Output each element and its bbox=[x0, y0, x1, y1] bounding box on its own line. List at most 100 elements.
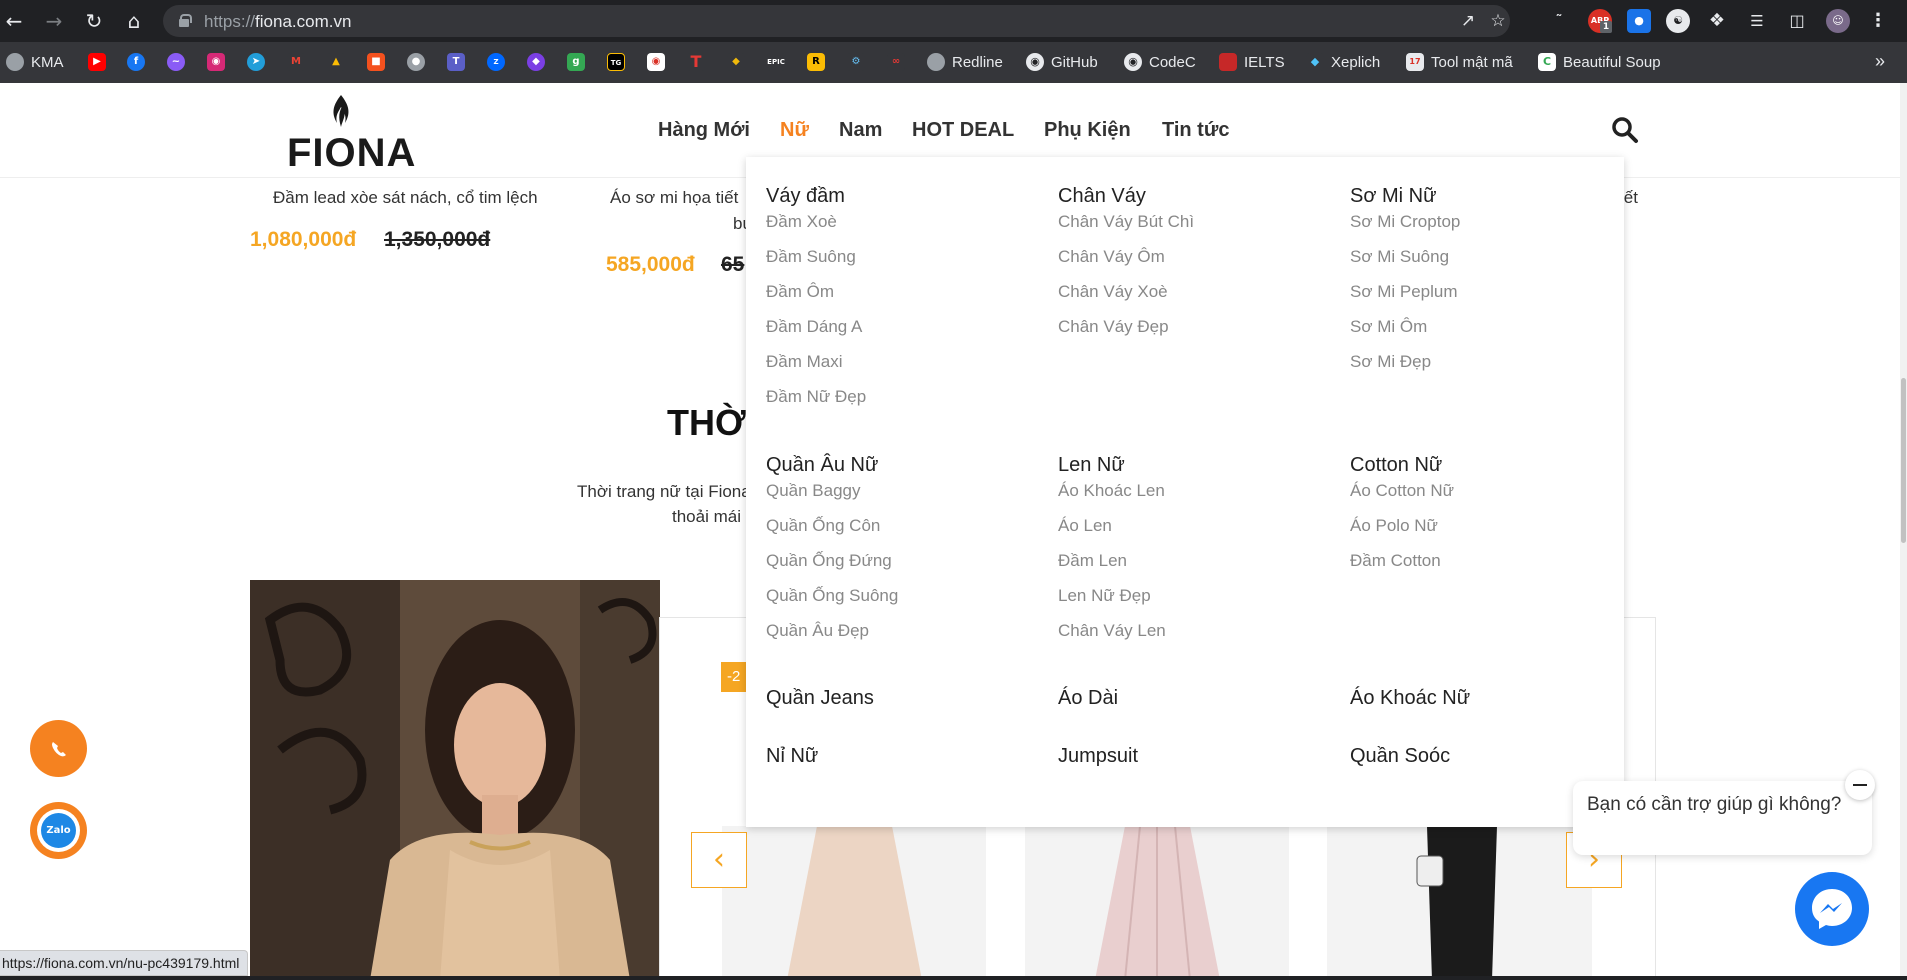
chat-prompt-bubble[interactable]: Bạn có cần trợ giúp gì không? bbox=[1573, 781, 1872, 855]
menu-single-item[interactable]: Quần Soóc bbox=[1350, 745, 1450, 768]
youtube-icon[interactable]: ▶ bbox=[88, 53, 106, 71]
app-icon[interactable]: T bbox=[687, 53, 705, 71]
menu-item[interactable]: Đầm Dáng A bbox=[766, 317, 862, 337]
media-queue-icon[interactable]: ☰ bbox=[1745, 9, 1769, 33]
menu-group-title[interactable]: Chân Váy bbox=[1058, 185, 1146, 208]
fiona-logo[interactable]: FIONA bbox=[287, 93, 415, 175]
scrollbar-thumb[interactable] bbox=[1901, 378, 1906, 543]
menu-item[interactable]: Chân Váy Xoè bbox=[1058, 282, 1168, 302]
product-image[interactable] bbox=[1327, 826, 1592, 980]
app-icon[interactable]: ● bbox=[407, 53, 425, 71]
menu-group-title[interactable]: Váy đầm bbox=[766, 185, 845, 208]
nav-tin-tuc[interactable]: Tin tức bbox=[1162, 119, 1229, 143]
bookmark-star-icon[interactable]: ☆ bbox=[1487, 10, 1509, 32]
menu-item[interactable]: Sơ Mi Peplum bbox=[1350, 282, 1458, 302]
menu-item[interactable]: Chân Váy Bút Chì bbox=[1058, 212, 1194, 232]
product-name[interactable]: Áo sơ mi họa tiết bbox=[610, 188, 738, 208]
product-image[interactable] bbox=[722, 826, 986, 980]
menu-item[interactable]: Đầm Len bbox=[1058, 551, 1127, 571]
menu-group-title[interactable]: Quần Âu Nữ bbox=[766, 454, 878, 477]
address-bar[interactable]: https://fiona.com.vn ↗ ☆ bbox=[163, 5, 1510, 37]
app-icon[interactable]: TG bbox=[607, 53, 625, 71]
puzzle-icon[interactable]: ❖ bbox=[1705, 9, 1729, 33]
app-icon[interactable]: ∞ bbox=[887, 53, 905, 71]
bookmark-github[interactable]: ◉ GitHub bbox=[1026, 51, 1098, 73]
url-text[interactable]: https://fiona.com.vn bbox=[204, 12, 351, 32]
messenger-chat-button[interactable] bbox=[1795, 872, 1869, 946]
menu-kebab-icon[interactable]: ⋮ bbox=[1866, 9, 1890, 33]
side-panel-icon[interactable]: ◫ bbox=[1785, 9, 1809, 33]
nav-hot-deal[interactable]: HOT DEAL bbox=[912, 119, 1014, 143]
menu-item[interactable]: Quần Âu Đẹp bbox=[766, 621, 869, 641]
share-icon[interactable]: ↗ bbox=[1457, 10, 1479, 32]
menu-item[interactable]: Đầm Ôm bbox=[766, 282, 834, 302]
menu-item[interactable]: Quần Baggy bbox=[766, 481, 861, 501]
steam-icon[interactable]: ⚙ bbox=[847, 53, 865, 71]
menu-single-item[interactable]: Nỉ Nữ bbox=[766, 745, 818, 768]
nav-phu-kien[interactable]: Phụ Kiện bbox=[1044, 119, 1131, 143]
menu-item[interactable]: Áo Polo Nữ bbox=[1350, 516, 1438, 536]
app-icon[interactable]: ■ bbox=[367, 53, 385, 71]
home-icon[interactable]: ⌂ bbox=[122, 9, 146, 33]
product-name[interactable]: Đầm lead xòe sát nách, cổ tim lệch bbox=[273, 188, 538, 208]
menu-item[interactable]: Chân Váy Đẹp bbox=[1058, 317, 1169, 337]
nav-nu[interactable]: Nữ bbox=[780, 119, 809, 143]
telegram-icon[interactable]: ➤ bbox=[247, 53, 265, 71]
bookmark-ielts[interactable]: IELTS bbox=[1219, 51, 1285, 73]
bookmark-codec[interactable]: ◉ CodeC bbox=[1124, 51, 1196, 73]
menu-item[interactable]: Quần Ống Đứng bbox=[766, 551, 892, 571]
menu-item[interactable]: Chân Váy Ôm bbox=[1058, 247, 1165, 267]
menu-item[interactable]: Áo Cotton Nữ bbox=[1350, 481, 1454, 501]
epic-games-icon[interactable]: EPIC bbox=[767, 53, 785, 71]
profile-avatar[interactable]: ☺ bbox=[1826, 9, 1850, 33]
grammarly-icon[interactable]: g bbox=[567, 53, 585, 71]
rockstar-icon[interactable]: R bbox=[807, 53, 825, 71]
menu-single-item[interactable]: Quần Jeans bbox=[766, 687, 874, 710]
bookmark-beautiful-soup[interactable]: C Beautiful Soup bbox=[1538, 51, 1661, 73]
reload-icon[interactable]: ↻ bbox=[82, 9, 106, 33]
app-icon[interactable]: ◉ bbox=[647, 53, 665, 71]
model-photo[interactable] bbox=[250, 580, 660, 980]
google-drive-icon[interactable]: ▲ bbox=[327, 53, 345, 71]
water-drop-icon[interactable]: ● bbox=[1627, 9, 1651, 33]
nav-nam[interactable]: Nam bbox=[839, 119, 882, 143]
teams-icon[interactable]: T bbox=[447, 53, 465, 71]
menu-item[interactable]: Đầm Cotton bbox=[1350, 551, 1441, 571]
extension-icon[interactable]: ☯ bbox=[1666, 9, 1690, 33]
bookmark-xeplich[interactable]: ◆ Xeplich bbox=[1306, 51, 1380, 73]
menu-item[interactable]: Chân Váy Len bbox=[1058, 621, 1166, 641]
instagram-icon[interactable]: ◉ bbox=[207, 53, 225, 71]
menu-item[interactable]: Quần Ống Suông bbox=[766, 586, 898, 606]
menu-item[interactable]: Đầm Suông bbox=[766, 247, 856, 267]
zalo-chat-button[interactable]: Zalo bbox=[30, 802, 87, 859]
call-button[interactable] bbox=[30, 720, 87, 777]
dropdown-icon[interactable]: ˜ bbox=[1547, 9, 1571, 33]
bookmark-redline[interactable]: Redline bbox=[927, 51, 1003, 73]
forward-icon[interactable]: → bbox=[42, 9, 66, 33]
menu-single-item[interactable]: Áo Dài bbox=[1058, 687, 1118, 710]
chat-close-button[interactable] bbox=[1845, 770, 1875, 800]
menu-item[interactable]: Áo Khoác Len bbox=[1058, 481, 1165, 501]
more-bookmarks-icon[interactable]: » bbox=[1875, 51, 1885, 72]
gmail-icon[interactable]: M bbox=[287, 53, 305, 71]
menu-item[interactable]: Quần Ống Côn bbox=[766, 516, 880, 536]
bookmark-kma[interactable]: KMA bbox=[6, 51, 64, 73]
menu-item[interactable]: Sơ Mi Croptop bbox=[1350, 212, 1460, 232]
nav-hang-moi[interactable]: Hàng Mới bbox=[658, 119, 750, 143]
lock-icon[interactable] bbox=[179, 14, 192, 27]
product-image[interactable] bbox=[1025, 826, 1289, 980]
menu-single-item[interactable]: Jumpsuit bbox=[1058, 745, 1138, 768]
menu-item[interactable]: Sơ Mi Ôm bbox=[1350, 317, 1427, 337]
menu-item[interactable]: Áo Len bbox=[1058, 516, 1112, 536]
adblock-icon[interactable]: ABP1 bbox=[1588, 9, 1612, 33]
menu-single-item[interactable]: Áo Khoác Nữ bbox=[1350, 687, 1470, 710]
menu-item[interactable]: Len Nữ Đẹp bbox=[1058, 586, 1151, 606]
menu-item[interactable]: Sơ Mi Suông bbox=[1350, 247, 1449, 267]
zalo-icon[interactable]: Z bbox=[487, 53, 505, 71]
menu-group-title[interactable]: Cotton Nữ bbox=[1350, 454, 1442, 477]
menu-item[interactable]: Đầm Xoè bbox=[766, 212, 837, 232]
binance-icon[interactable]: ◆ bbox=[727, 53, 745, 71]
app-icon[interactable]: ◆ bbox=[527, 53, 545, 71]
menu-item[interactable]: Đầm Maxi bbox=[766, 352, 843, 372]
facebook-icon[interactable]: f bbox=[127, 53, 145, 71]
